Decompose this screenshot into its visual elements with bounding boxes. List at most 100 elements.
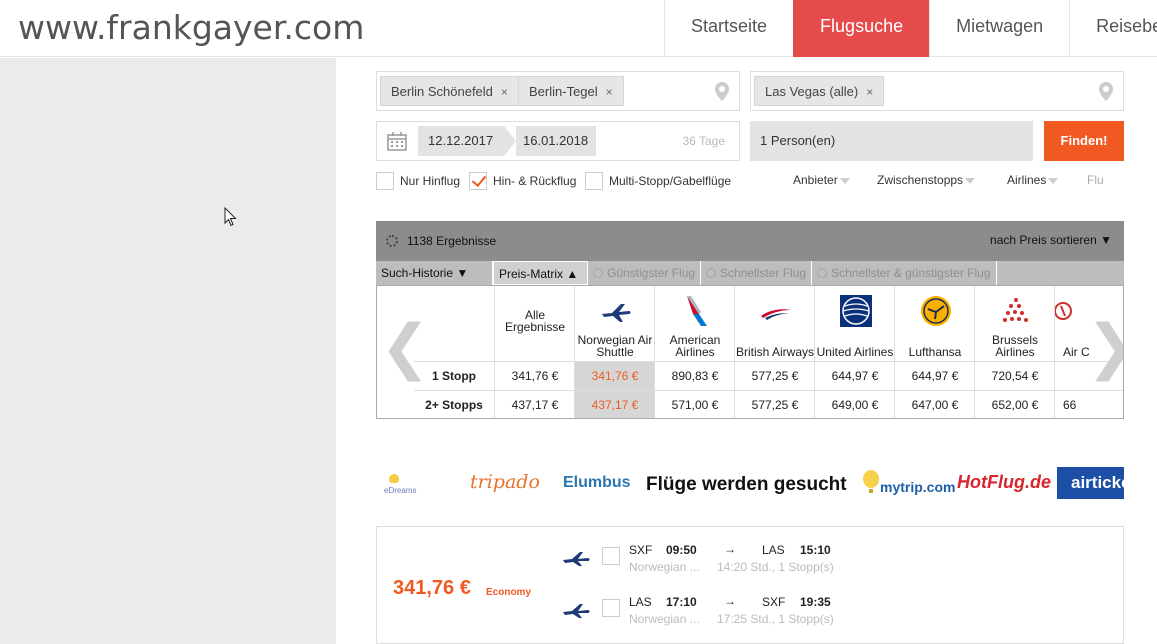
filter-airlines[interactable]: Airlines [1007, 173, 1059, 187]
price-cell[interactable]: 644,97 € [815, 361, 895, 390]
option-one-way[interactable]: Nur Hinflug [376, 171, 460, 190]
matrix-col-alle[interactable]: Alle Ergebnisse 341,76 € 437,17 € [494, 286, 575, 418]
filter-flugzeiten[interactable]: Flu [1087, 173, 1104, 187]
find-button[interactable]: Finden! [1044, 121, 1124, 161]
matrix-col-norwegian[interactable]: Norwegian Air Shuttle 341,76 € 437,17 € [574, 286, 655, 418]
air-china-logo [1055, 302, 1072, 320]
tab-label: Günstigster Flug [607, 266, 696, 280]
multi-stop-checkbox[interactable] [585, 171, 603, 190]
matrix-col-united[interactable]: United Airlines 644,97 € 649,00 € [814, 286, 895, 418]
price-cell-best[interactable]: 341,76 € [575, 361, 655, 390]
matrix-col-american[interactable]: American Airlines 890,83 € 571,00 € [654, 286, 735, 418]
price-cell[interactable]: 890,83 € [655, 361, 735, 390]
results-count: 1138 Ergebnisse [407, 234, 497, 248]
option-multi-stop[interactable]: Multi-Stopp/Gabelflüge [585, 171, 731, 190]
remove-icon[interactable]: × [501, 85, 508, 99]
hotflug-logo: HotFlug.de [957, 472, 1051, 492]
flight-duration: 14:20 Std., 1 Stopp(s) [717, 560, 834, 574]
matrix-col-lufthansa[interactable]: Lufthansa 644,97 € 647,00 € [894, 286, 975, 418]
filter-label: Flu [1087, 173, 1104, 187]
price-cell[interactable]: 644,97 € [895, 361, 975, 390]
nav-mietwagen[interactable]: Mietwagen [929, 0, 1069, 57]
chip-label: Berlin-Tegel [529, 84, 598, 99]
return-leg[interactable]: LAS 17:10 → SXF 19:35 Norwegian ... 17:2… [562, 594, 862, 635]
row-label-2-stopps: 2+ Stopps [414, 390, 494, 418]
mytrip-balloon-icon [863, 470, 879, 493]
airline-name: Lufthansa [908, 345, 962, 359]
persons-select[interactable]: 1 Person(en) [750, 121, 1033, 161]
chevron-right-icon[interactable]: ❯ [1086, 312, 1123, 382]
price-cell[interactable]: 720,54 € [975, 361, 1055, 390]
result-card[interactable]: 341,76 € Economy SXF 09:50 → LAS 15:10 N… [376, 526, 1124, 644]
mouse-cursor-icon [224, 207, 237, 227]
price-cell[interactable]: 341,76 € [495, 361, 575, 390]
remove-icon[interactable]: × [606, 85, 613, 99]
mytrip-label: mytrip.com [880, 479, 956, 496]
left-sidebar [0, 58, 336, 644]
leg-checkbox[interactable] [602, 599, 620, 617]
tab-preis-matrix[interactable]: Preis-Matrix ▲ [493, 261, 588, 285]
one-way-checkbox[interactable] [376, 171, 394, 190]
filter-label: Anbieter [793, 173, 838, 187]
results-tabs: Such-Historie ▼ Preis-Matrix ▲ Günstigst… [376, 261, 1124, 285]
tab-label: Schnellster & günstigster Flug [831, 266, 991, 280]
united-globe-logo [840, 295, 872, 327]
price-cell[interactable]: 647,00 € [895, 390, 975, 418]
option-round-trip[interactable]: Hin- & Rückflug [469, 171, 576, 190]
origin-field[interactable]: Berlin Schönefeld × Berlin-Tegel × [376, 71, 740, 111]
price-cell[interactable]: 577,25 € [735, 361, 815, 390]
site-logo[interactable]: www.frankgayer.com [18, 8, 364, 47]
column-header: Alle Ergebnisse [495, 286, 575, 361]
column-header: British Airways [735, 286, 815, 361]
nav-startseite[interactable]: Startseite [664, 0, 793, 57]
price-cell[interactable]: 652,00 € [975, 390, 1055, 418]
airline-name: Brussels Airlines [991, 333, 1038, 359]
loading-spinner-icon [386, 235, 398, 247]
tab-such-historie[interactable]: Such-Historie ▼ [376, 261, 493, 285]
chevron-down-icon: ▼ [1100, 233, 1112, 247]
leg-checkbox[interactable] [602, 547, 620, 565]
arrow-right-icon: → [724, 542, 736, 556]
outbound-leg[interactable]: SXF 09:50 → LAS 15:10 Norwegian ... 14:2… [562, 542, 862, 583]
chevron-down-icon [965, 177, 976, 184]
edreams-sun-icon [389, 474, 399, 484]
sort-dropdown[interactable]: nach Preis sortieren ▼ [990, 233, 1112, 247]
origin-chip-schoenefeld: Berlin Schönefeld × [380, 76, 519, 106]
tab-schnellster-flug[interactable]: Schnellster Flug [701, 261, 813, 285]
departure-date[interactable]: 12.12.2017 [418, 126, 504, 156]
origin-chip-tegel: Berlin-Tegel × [518, 76, 624, 106]
matrix-col-brussels[interactable]: Brussels Airlines 720,54 € 652,00 € [974, 286, 1055, 418]
mytrip-logo: mytrip.com [862, 470, 955, 495]
tab-guenstigster-flug[interactable]: Günstigster Flug [588, 261, 702, 285]
filter-anbieter[interactable]: Anbieter [793, 173, 850, 187]
tab-schnellster-guenstigster[interactable]: Schnellster & günstigster Flug [812, 261, 997, 285]
price-cell[interactable]: 571,00 € [655, 390, 735, 418]
destination-field[interactable]: Las Vegas (alle) × [750, 71, 1124, 111]
date-field[interactable]: 12.12.2017 16.01.2018 36 Tage [376, 121, 740, 161]
price-cell[interactable]: 649,00 € [815, 390, 895, 418]
calendar-icon[interactable] [387, 132, 407, 151]
results-bar: 1138 Ergebnisse nach Preis sortieren ▼ [376, 221, 1124, 261]
filter-zwischenstopps[interactable]: Zwischenstopps [877, 173, 976, 187]
result-price: 341,76 € [393, 577, 471, 599]
filter-label: Airlines [1007, 173, 1047, 187]
price-cell-best[interactable]: 437,17 € [575, 390, 655, 418]
remove-icon[interactable]: × [866, 85, 873, 99]
lufthansa-crane-logo [921, 296, 951, 326]
price-cell[interactable]: 577,25 € [735, 390, 815, 418]
nav-flugsuche[interactable]: Flugsuche [793, 0, 930, 57]
column-header: Brussels Airlines [975, 286, 1055, 361]
airline-name: Alle Ergebnisse [504, 308, 566, 334]
price-cell[interactable]: 437,17 € [495, 390, 575, 418]
nav-reiseberichte[interactable]: Reisebe [1069, 0, 1157, 57]
departure-time: 09:50 [666, 543, 697, 557]
return-date[interactable]: 16.01.2018 [516, 126, 596, 156]
option-label: Hin- & Rückflug [493, 173, 577, 188]
matrix-col-british[interactable]: British Airways 577,25 € 577,25 € [734, 286, 815, 418]
price-matrix: ❮ 1 Stopp 2+ Stopps Alle Ergebnisse 341,… [376, 285, 1124, 419]
round-trip-checkbox[interactable] [469, 171, 487, 190]
tripado-logo: tripado [470, 471, 540, 493]
trip-duration: 36 Tage [682, 134, 726, 148]
price-cell[interactable]: 66 [1055, 390, 1123, 418]
cabin-class: Economy [486, 587, 532, 598]
